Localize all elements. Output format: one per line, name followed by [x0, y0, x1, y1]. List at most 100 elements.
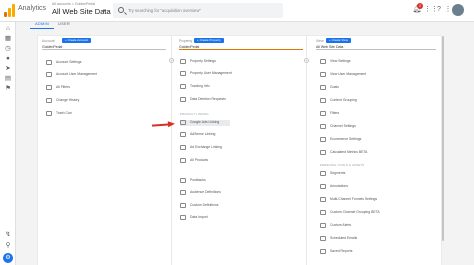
attribution-icon[interactable]: ↯	[3, 230, 13, 240]
audience-icon[interactable]: ●	[3, 54, 13, 64]
code-icon	[180, 84, 186, 89]
avatar[interactable]	[452, 4, 464, 16]
funnel-icon	[320, 197, 326, 202]
account-user-management[interactable]: Account User Management	[46, 72, 156, 78]
grouping-icon	[320, 98, 326, 103]
cart-icon	[320, 137, 326, 142]
document-icon	[320, 59, 326, 64]
email-icon	[320, 236, 326, 241]
search-input[interactable]: Try searching for "acquisition overview"	[113, 3, 283, 18]
trash-can[interactable]: Trash Can	[46, 111, 156, 117]
scrollbar[interactable]	[442, 36, 444, 241]
view-column-label: View	[316, 39, 324, 43]
account-settings[interactable]: Account Settings	[46, 60, 156, 66]
annotation-icon	[320, 184, 326, 189]
create-account-button[interactable]: + Create Account	[62, 38, 92, 43]
tab-user[interactable]: USER	[56, 18, 72, 29]
acquisition-icon[interactable]: ➤	[3, 64, 13, 74]
product-linking-heading: PRODUCT LINKING	[180, 112, 209, 116]
breadcrumb[interactable]: All accounts > GoldenPedal	[52, 2, 95, 6]
view-settings[interactable]: View Settings	[320, 59, 435, 65]
multi-channel-funnels-settings[interactable]: Multi-Channel Funnels Settings	[320, 197, 435, 203]
building-icon	[46, 60, 52, 65]
history-icon	[46, 98, 52, 103]
notification-badge: 2	[417, 3, 423, 9]
behavior-icon[interactable]: ▤	[3, 74, 13, 84]
view-selector-underline	[316, 49, 436, 50]
content-grouping[interactable]: Content Grouping	[320, 98, 435, 104]
ads-icon	[180, 120, 186, 125]
create-property-button[interactable]: + Create Property	[194, 38, 224, 43]
property-column-label: Property	[179, 39, 193, 43]
users-icon	[320, 72, 326, 77]
left-nav: ⌂ ▦ ◷ ● ➤ ▤ ⚑ ↯ ⚲ ⚙	[0, 22, 16, 265]
goals[interactable]: Goals	[320, 85, 435, 91]
adsense-linking[interactable]: AdSense Linking	[180, 132, 295, 138]
audience-icon	[180, 190, 186, 195]
filters[interactable]: Filters	[320, 111, 435, 117]
home-icon[interactable]: ⌂	[3, 24, 13, 34]
adsense-icon	[180, 132, 186, 137]
account-selector-underline	[42, 49, 166, 50]
view-user-management[interactable]: View User Management	[320, 72, 435, 78]
segments-icon	[320, 171, 326, 176]
custom-definitions[interactable]: Custom Definitions	[180, 203, 295, 209]
change-history[interactable]: Change History	[46, 98, 156, 104]
discover-icon[interactable]: ⚲	[3, 241, 13, 251]
channel-settings[interactable]: Channel Settings	[320, 124, 435, 130]
google-ads-linking[interactable]: Google Ads Linking	[180, 120, 230, 126]
search-icon	[118, 7, 124, 13]
customization-icon[interactable]: ▦	[3, 34, 13, 44]
custom-channel-grouping[interactable]: Custom Channel Grouping BETA	[320, 210, 435, 216]
calc-icon	[320, 150, 326, 155]
channel-icon	[320, 124, 326, 129]
scheduled-emails[interactable]: Scheduled Emails	[320, 236, 435, 242]
property-settings[interactable]: Property Settings	[180, 59, 295, 65]
ecommerce-settings[interactable]: Ecommerce Settings	[320, 137, 435, 143]
tab-admin[interactable]: ADMIN	[30, 18, 54, 29]
admin-gear-icon[interactable]: ⚙	[3, 253, 13, 263]
saved-reports[interactable]: Saved Reports	[320, 249, 435, 255]
data-import[interactable]: Data Import	[180, 215, 295, 221]
filter-icon	[46, 85, 52, 90]
search-placeholder: Try searching for "acquisition overview"	[128, 8, 201, 13]
audience-definitions[interactable]: Audience Definitions	[180, 190, 295, 196]
trash-icon	[46, 111, 52, 116]
property-selector-underline	[179, 49, 303, 50]
postback-icon	[180, 178, 186, 183]
exchange-icon	[180, 145, 186, 150]
annotation-arrow-icon	[151, 120, 176, 129]
create-view-button[interactable]: + Create View	[326, 38, 351, 43]
postbacks[interactable]: Postbacks	[180, 178, 295, 184]
users-icon	[180, 71, 186, 76]
data-deletion-requests[interactable]: Data Deletion Requests	[180, 97, 295, 103]
analytics-logo-icon[interactable]	[4, 4, 15, 17]
personal-tools-heading: PERSONAL TOOLS & ASSETS	[320, 163, 365, 167]
view-selector[interactable]: All Web Site Data	[52, 7, 111, 16]
all-filters[interactable]: All Filters	[46, 85, 156, 91]
column-divider	[171, 36, 172, 265]
database-icon	[180, 97, 186, 102]
users-icon	[46, 72, 52, 77]
conversions-icon[interactable]: ⚑	[3, 84, 13, 94]
ad-exchange-linking[interactable]: Ad Exchange Linking	[180, 145, 295, 151]
custom-alerts[interactable]: Custom Alerts	[320, 223, 435, 229]
document-icon	[180, 59, 186, 64]
apps-grid-icon[interactable]: ⋮⋮	[424, 5, 438, 15]
expand-icon[interactable]: +	[304, 58, 309, 63]
alert-icon	[320, 223, 326, 228]
segments[interactable]: Segments	[320, 171, 435, 177]
tracking-info[interactable]: Tracking Info	[180, 84, 295, 90]
property-user-management[interactable]: Property User Management	[180, 71, 295, 77]
grid-icon	[180, 158, 186, 163]
annotations[interactable]: Annotations	[320, 184, 435, 190]
chevron-down-icon[interactable]: ▾	[103, 8, 106, 14]
all-products[interactable]: All Products	[180, 158, 295, 164]
calculated-metrics[interactable]: Calculated Metrics BETA	[320, 150, 435, 156]
column-divider	[306, 36, 307, 265]
realtime-icon[interactable]: ◷	[3, 44, 13, 54]
expand-icon[interactable]: +	[169, 58, 174, 63]
channel-icon	[320, 210, 326, 215]
admin-panel: Account + Create Account GoldenPedal Acc…	[38, 36, 441, 265]
import-icon	[180, 215, 186, 220]
